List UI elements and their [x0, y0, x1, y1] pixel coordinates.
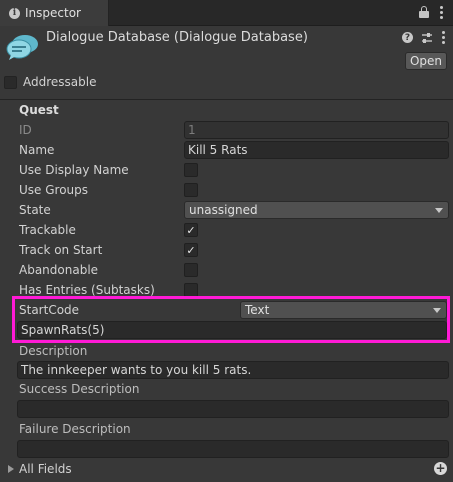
all-fields-foldout[interactable]: All Fields + [0, 460, 453, 478]
track-on-start-label: Track on Start [19, 243, 103, 257]
highlight-box [12, 296, 450, 343]
use-display-name-label: Use Display Name [19, 163, 129, 177]
foldout-arrow-icon[interactable] [8, 465, 14, 473]
kebab-menu-icon[interactable] [439, 6, 443, 19]
id-field: 1 [184, 121, 449, 139]
addressable-checkbox[interactable] [4, 75, 17, 89]
success-description-field[interactable] [17, 400, 449, 418]
tab-bar: i Inspector [0, 0, 453, 26]
all-fields-label: All Fields [19, 462, 72, 476]
header-title: Dialogue Database (Dialogue Database) [46, 30, 308, 45]
trackable-checkbox[interactable]: ✓ [184, 223, 198, 237]
header-divider [0, 99, 453, 100]
has-entries-checkbox[interactable] [184, 283, 198, 297]
failure-description-field[interactable] [17, 440, 449, 458]
description-field[interactable]: The innkeeper wants to you kill 5 rats. [17, 361, 449, 379]
use-groups-label: Use Groups [19, 183, 89, 197]
checkmark-icon: ✓ [186, 223, 196, 237]
lock-icon[interactable] [419, 6, 429, 19]
chevron-down-icon [435, 208, 443, 213]
section-title-quest: Quest [19, 103, 59, 117]
tab-title: Inspector [25, 6, 81, 20]
description-label: Description [19, 344, 88, 358]
checkmark-icon: ✓ [186, 243, 196, 257]
trackable-label: Trackable [19, 223, 76, 237]
use-groups-checkbox[interactable] [184, 183, 198, 197]
has-entries-label: Has Entries (Subtasks) [19, 283, 155, 297]
help-icon[interactable]: ? [402, 32, 413, 43]
use-display-name-checkbox[interactable] [184, 163, 198, 177]
name-label: Name [19, 143, 55, 157]
header-kebab-icon[interactable] [441, 31, 445, 44]
failure-description-label: Failure Description [19, 422, 131, 436]
addressable-toggle[interactable]: Addressable [4, 75, 96, 89]
track-on-start-checkbox[interactable]: ✓ [184, 243, 198, 257]
open-button[interactable]: Open [405, 52, 447, 70]
dialogue-database-icon [6, 35, 38, 60]
id-label: ID [19, 123, 32, 137]
success-description-label: Success Description [19, 382, 140, 396]
info-icon: i [9, 7, 20, 19]
inspector-header: Dialogue Database (Dialogue Database) ? … [0, 27, 453, 99]
state-dropdown[interactable]: unassigned [184, 201, 449, 219]
tab-inspector[interactable]: i Inspector [0, 0, 109, 26]
add-icon[interactable]: + [434, 462, 447, 475]
state-value: unassigned [189, 203, 258, 217]
state-label: State [19, 203, 51, 217]
name-field[interactable]: Kill 5 Rats [184, 141, 449, 159]
preset-settings-icon[interactable] [421, 32, 433, 44]
abandonable-label: Abandonable [19, 263, 99, 277]
addressable-label: Addressable [23, 75, 97, 89]
abandonable-checkbox[interactable] [184, 263, 198, 277]
